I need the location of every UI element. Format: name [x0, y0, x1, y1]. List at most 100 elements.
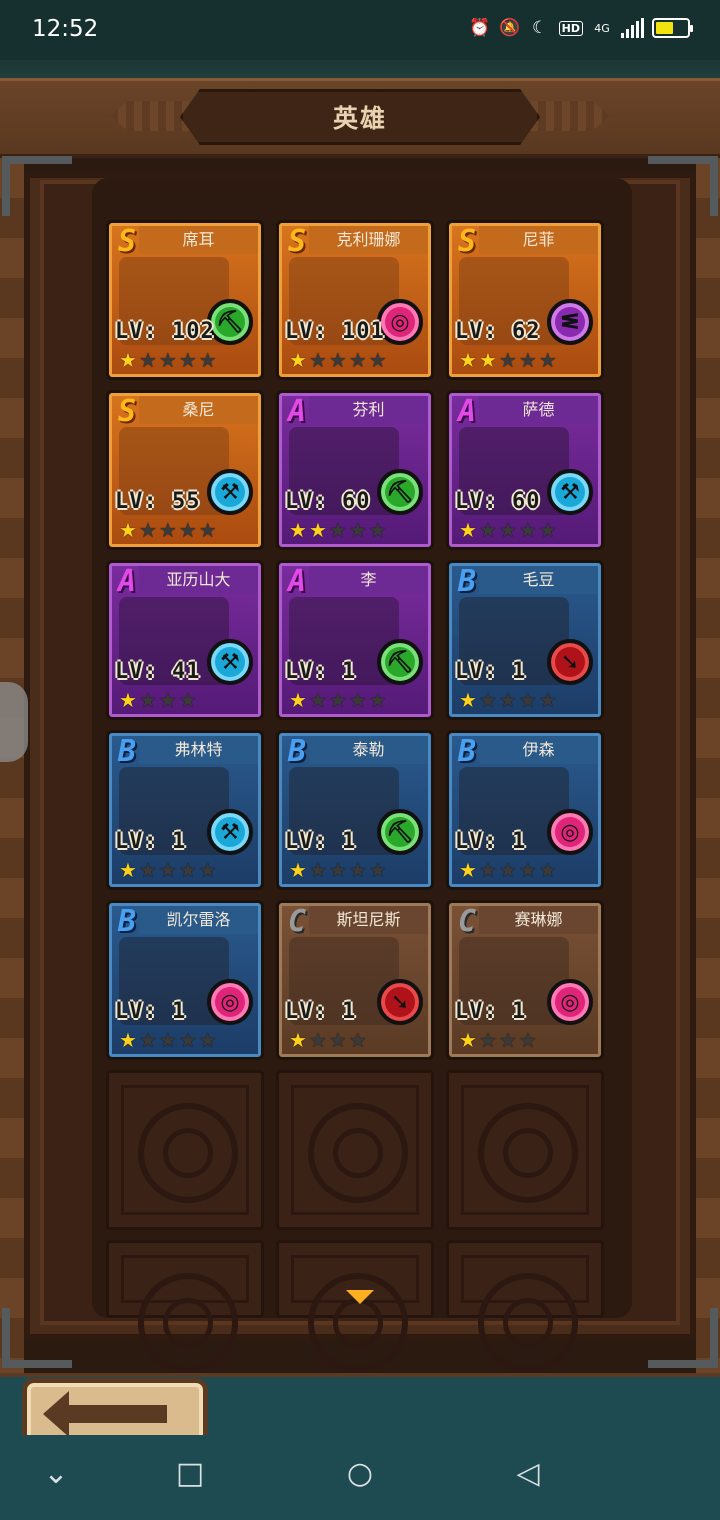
hd-icon: HD: [558, 20, 583, 36]
hero-level: LV: 62: [455, 319, 541, 344]
star-rating: ★ ★ ★ ★ ★: [459, 519, 557, 541]
hero-card[interactable]: S 克利珊娜 ◎ LV: 101 ★ ★ ★ ★ ★: [276, 220, 434, 380]
star-rating: ★ ★ ★ ★ ★: [289, 859, 387, 881]
staff-icon: ᓬ: [547, 299, 593, 345]
star-icon: ★: [178, 348, 197, 372]
hero-card[interactable]: B 弗林特 ⚒ LV: 1 ★ ★ ★ ★ ★: [106, 730, 264, 890]
star-icon: ★: [348, 688, 367, 712]
star-icon: ★: [119, 688, 137, 712]
star-icon: ★: [119, 348, 137, 372]
arrow-icon: ➘: [547, 639, 593, 685]
corner-ornament-bottom-left: [2, 1308, 72, 1368]
star-icon: ★: [498, 858, 517, 882]
hero-name: 赛琳娜: [479, 906, 598, 934]
star-rating: ★ ★ ★ ★ ★: [459, 689, 557, 711]
nav-back-button[interactable]: ◁: [508, 1453, 548, 1493]
corner-ornament-top-right: [648, 156, 718, 216]
status-icons: ⏰ 🔕 ☾ HD 4G: [469, 17, 693, 39]
star-icon: ★: [158, 1028, 177, 1052]
hero-level: LV: 1: [285, 999, 357, 1024]
hero-name: 泰勒: [309, 736, 428, 764]
star-icon: ★: [459, 348, 477, 372]
star-rating: ★ ★ ★ ★ ★: [119, 519, 217, 541]
empty-hero-slot: [276, 1070, 434, 1230]
slot-ornament: [333, 1128, 383, 1178]
star-icon: ★: [119, 1028, 137, 1052]
hero-card[interactable]: A 芬利 ⛏ LV: 60 ★ ★ ★ ★ ★: [276, 390, 434, 550]
star-icon: ★: [328, 1028, 347, 1052]
star-icon: ★: [198, 348, 217, 372]
star-icon: ★: [368, 688, 387, 712]
back-arrow-icon: [43, 1391, 167, 1437]
star-icon: ★: [308, 348, 327, 372]
mute-icon: 🔕: [499, 18, 521, 38]
hero-card[interactable]: B 泰勒 ⛏ LV: 1 ★ ★ ★ ★ ★: [276, 730, 434, 890]
header: 英雄: [0, 78, 720, 158]
hero-level: LV: 60: [455, 489, 541, 514]
star-icon: ★: [289, 688, 307, 712]
system-nav-bar: ⌄ □ ○ ◁: [0, 1435, 720, 1520]
star-rating: ★ ★ ★ ★ ★: [289, 689, 387, 711]
star-icon: ★: [538, 688, 557, 712]
nav-recents-button[interactable]: □: [170, 1453, 210, 1493]
star-icon: ★: [538, 518, 557, 542]
frame-side-left: [0, 158, 24, 1373]
slot-ornament: [503, 1128, 553, 1178]
star-icon: ★: [518, 518, 537, 542]
star-rating: ★ ★ ★ ★: [459, 1029, 537, 1051]
hero-card[interactable]: S 桑尼 ⚒ LV: 55 ★ ★ ★ ★ ★: [106, 390, 264, 550]
battery-icon: [652, 18, 693, 38]
status-time: 12:52: [32, 16, 99, 42]
hero-level: LV: 101: [285, 319, 385, 344]
hero-level: LV: 1: [285, 659, 357, 684]
hero-card[interactable]: S 尼菲 ᓬ LV: 62 ★ ★ ★ ★ ★: [446, 220, 604, 380]
page-title: 英雄: [332, 104, 387, 133]
hero-card[interactable]: B 凯尔雷洛 ◎ LV: 1 ★ ★ ★ ★ ★: [106, 900, 264, 1060]
frame-side-right: [696, 158, 720, 1373]
star-rating: ★ ★ ★ ★ ★: [119, 859, 217, 881]
star-icon: ★: [518, 1028, 537, 1052]
hero-name: 凯尔雷洛: [139, 906, 258, 934]
pickaxe-icon: ⛏: [377, 639, 423, 685]
hero-card[interactable]: C 赛琳娜 ◎ LV: 1 ★ ★ ★ ★: [446, 900, 604, 1060]
star-rating: ★ ★ ★ ★ ★: [119, 1029, 217, 1051]
square-icon: □: [175, 1455, 205, 1491]
hero-card[interactable]: A 李 ⛏ LV: 1 ★ ★ ★ ★ ★: [276, 560, 434, 720]
chevron-down-icon[interactable]: [346, 1290, 374, 1304]
pickaxe-icon: ⛏: [377, 469, 423, 515]
star-icon: ★: [538, 858, 557, 882]
star-icon: ★: [348, 858, 367, 882]
star-icon: ★: [518, 858, 537, 882]
hero-card[interactable]: A 亚历山大 ⚒ LV: 41 ★ ★ ★ ★: [106, 560, 264, 720]
hero-level: LV: 1: [285, 829, 357, 854]
nav-home-button[interactable]: ○: [340, 1453, 380, 1493]
star-icon: ★: [459, 1028, 477, 1052]
empty-hero-slot: [106, 1240, 264, 1373]
battery-fill: [656, 22, 673, 34]
star-icon: ★: [368, 858, 387, 882]
slot-ornament: [163, 1128, 213, 1178]
hero-card[interactable]: C 斯坦尼斯 ➘ LV: 1 ★ ★ ★ ★: [276, 900, 434, 1060]
star-icon: ★: [289, 518, 307, 542]
star-icon: ★: [459, 688, 477, 712]
nav-collapse-button[interactable]: ⌄: [36, 1453, 76, 1493]
star-icon: ★: [138, 348, 157, 372]
star-icon: ★: [289, 1028, 307, 1052]
hero-name: 萨德: [479, 396, 598, 424]
top-strip: [0, 60, 720, 80]
hero-card[interactable]: S 席耳 ⛏ LV: 102 ★ ★ ★ ★ ★: [106, 220, 264, 380]
circle-icon: ○: [346, 1455, 374, 1491]
star-icon: ★: [178, 518, 197, 542]
star-icon: ★: [198, 1028, 217, 1052]
hero-card[interactable]: A 萨德 ⚒ LV: 60 ★ ★ ★ ★ ★: [446, 390, 604, 550]
axe-icon: ⚒: [547, 469, 593, 515]
hero-card[interactable]: B 毛豆 ➘ LV: 1 ★ ★ ★ ★ ★: [446, 560, 604, 720]
hero-name: 克利珊娜: [309, 226, 428, 254]
star-rating: ★ ★ ★ ★ ★: [459, 349, 557, 371]
hero-level: LV: 102: [115, 319, 215, 344]
hero-card[interactable]: B 伊森 ◎ LV: 1 ★ ★ ★ ★ ★: [446, 730, 604, 890]
hero-name: 李: [309, 566, 428, 594]
empty-hero-slot: [446, 1240, 604, 1373]
star-icon: ★: [459, 518, 477, 542]
star-icon: ★: [138, 518, 157, 542]
